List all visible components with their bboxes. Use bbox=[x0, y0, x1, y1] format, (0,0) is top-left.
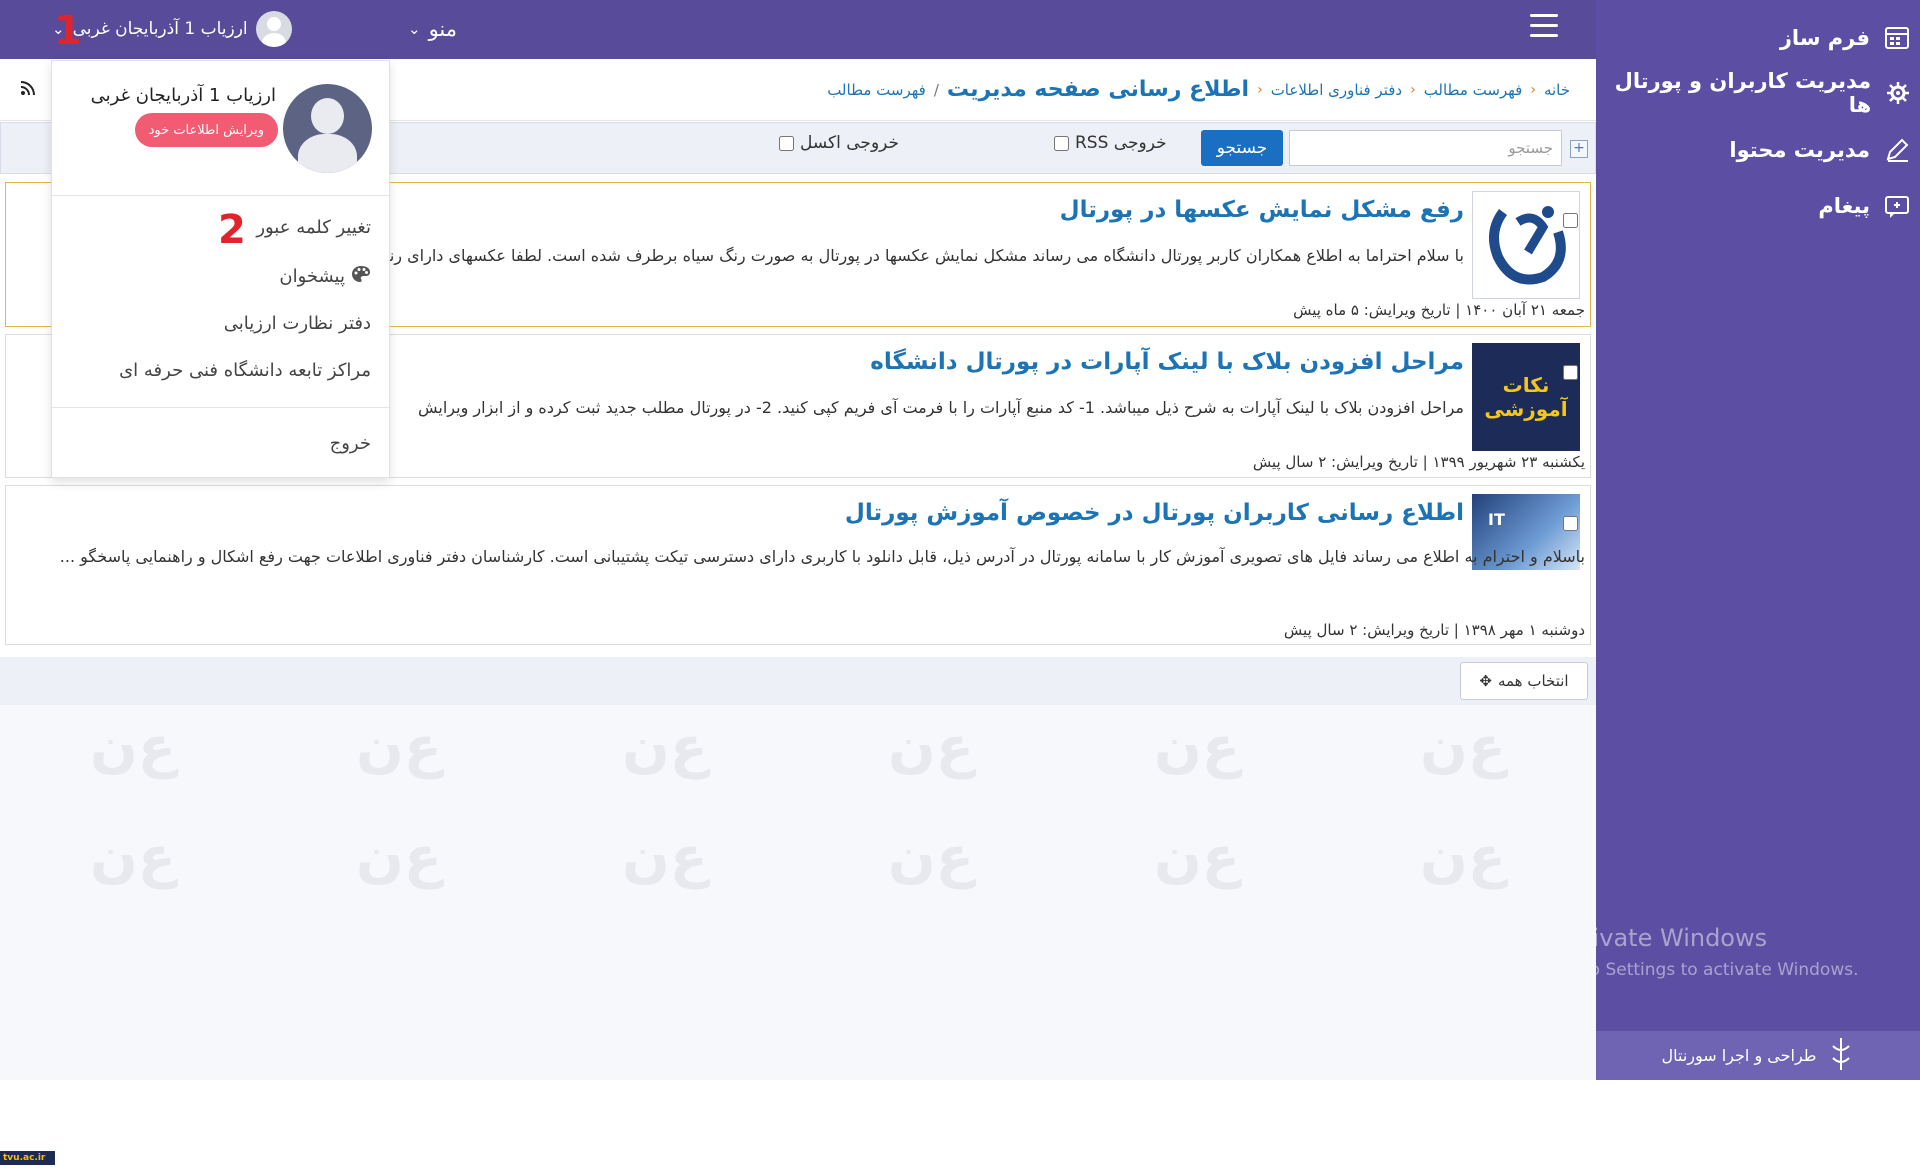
menu-item-label: پیشخوان bbox=[279, 266, 345, 287]
windows-activation-watermark: Activate Windows Go to Settings to activ… bbox=[1554, 924, 1859, 980]
user-dropdown-menu: ارزیاب 1 آذربایجان غربی ویرایش اطلاعات خ… bbox=[51, 60, 391, 478]
logout-link[interactable]: خروج bbox=[330, 433, 371, 454]
edit-profile-button[interactable]: ویرایش اطلاعات خود bbox=[134, 113, 278, 147]
top-navbar: منو ⌄ ⌄ ارزیاب 1 آذربایجان غربی bbox=[0, 0, 1596, 59]
divider bbox=[52, 407, 391, 408]
background-watermark: ﻉﻥ ﻉﻥ ﻉﻥ ﻉﻥ ﻉﻥ ﻉﻥ ﻉﻥ ﻉﻥ ﻉﻥ ﻉﻥ ﻉﻥ ﻉﻥ bbox=[0, 705, 1596, 1080]
divider bbox=[52, 195, 391, 196]
item-date: جمعه ۲۱ آبان ۱۴۰۰ | تاریخ ویرایش: ۵ ماه … bbox=[1293, 301, 1585, 319]
university-logo-icon bbox=[1489, 206, 1566, 285]
affiliated-centers-link[interactable]: مراکز تابعه دانشگاه فنی حرفه ای bbox=[119, 360, 371, 381]
change-password-link[interactable]: تغییر کلمه عبور bbox=[256, 217, 371, 238]
search-button[interactable]: جستجو bbox=[1201, 130, 1283, 166]
breadcrumb-list[interactable]: فهرست مطالب bbox=[1424, 81, 1523, 99]
move-icon: ✥ bbox=[1479, 672, 1492, 690]
sidebar-item-label: مدیریت محتوا bbox=[1729, 138, 1870, 162]
breadcrumb-list-link[interactable]: فهرست مطالب bbox=[827, 81, 926, 99]
breadcrumb-separator-icon: ‹ bbox=[1257, 81, 1263, 98]
item-select-checkbox[interactable] bbox=[1563, 365, 1578, 380]
item-title[interactable]: اطلاع رسانی کاربران پورتال در خصوص آموزش… bbox=[845, 500, 1464, 526]
menu-dropdown-toggle[interactable]: منو ⌄ bbox=[408, 14, 457, 44]
sidebar-item-label: مدیریت کاربران و پورتال ها bbox=[1614, 69, 1872, 117]
profile-name: ارزیاب 1 آذربایجان غربی bbox=[90, 85, 276, 106]
sidebar-item-form-builder[interactable]: فرم ساز bbox=[1780, 18, 1912, 58]
watermark-row: ﻉﻥ ﻉﻥ ﻉﻥ ﻉﻥ ﻉﻥ ﻉﻥ bbox=[89, 715, 1507, 780]
breadcrumb-separator-icon: ‹ bbox=[1410, 81, 1416, 98]
item-select-checkbox[interactable] bbox=[1563, 516, 1578, 531]
item-title[interactable]: مراحل افزودن بلاک با لینک آپارات در پورت… bbox=[870, 349, 1464, 375]
message-icon bbox=[1882, 191, 1912, 221]
activation-subtitle: Go to Settings to activate Windows. bbox=[1554, 960, 1859, 980]
annotation-number-1: 1 bbox=[54, 8, 82, 54]
excel-export-label: خروجی اکسل bbox=[800, 133, 900, 153]
activation-title: Activate Windows bbox=[1554, 924, 1768, 952]
item-date: دوشنبه ۱ مهر ۱۳۹۸ | تاریخ ویرایش: ۲ سال … bbox=[1283, 621, 1585, 639]
user-name-label: ارزیاب 1 آذربایجان غربی bbox=[72, 19, 248, 39]
breadcrumb-slash: / bbox=[933, 80, 939, 99]
breadcrumb: خانه ‹ فهرست مطالب ‹ دفتر فناوری اطلاعات… bbox=[827, 77, 1570, 102]
sidebar-item-label: فرم ساز bbox=[1779, 26, 1870, 50]
menu-item-label: مراکز تابعه دانشگاه فنی حرفه ای bbox=[119, 360, 371, 381]
annotation-number-2: 2 bbox=[218, 207, 246, 253]
profile-avatar-icon bbox=[283, 84, 372, 173]
item-title[interactable]: رفع مشکل نمایش عکسها در پورتال bbox=[1060, 197, 1464, 223]
search-input[interactable] bbox=[1289, 130, 1562, 166]
sidebar-item-users-portals[interactable]: مدیریت کاربران و پورتال ها bbox=[1596, 69, 1912, 117]
sidebar-item-messages[interactable]: پیغام bbox=[1818, 186, 1912, 226]
excel-export-checkbox[interactable] bbox=[779, 135, 794, 151]
sidebar-footer: طراحی و اجرا سورنتال bbox=[1596, 1031, 1920, 1080]
palette-icon bbox=[351, 265, 371, 288]
hamburger-menu-icon[interactable] bbox=[1530, 14, 1558, 38]
add-item-icon[interactable]: + bbox=[1570, 140, 1588, 158]
sidebar-item-label: پیغام bbox=[1818, 194, 1870, 218]
chevron-down-icon: ⌄ bbox=[408, 20, 421, 38]
breadcrumb-separator-icon: ‹ bbox=[1530, 81, 1536, 98]
item-date: یکشنبه ۲۳ شهریور ۱۳۹۹ | تاریخ ویرایش: ۲ … bbox=[1252, 453, 1585, 471]
list-item: IT اطلاع رسانی کاربران پورتال در خصوص آم… bbox=[5, 485, 1591, 645]
item-thumbnail[interactable]: نکات آموزشی bbox=[1472, 343, 1580, 451]
excel-export-option[interactable]: خروجی اکسل bbox=[779, 133, 899, 153]
menu-label: منو bbox=[428, 17, 458, 41]
footer-credit: طراحی و اجرا سورنتال bbox=[1661, 1046, 1817, 1065]
user-avatar-icon bbox=[255, 11, 292, 47]
menu-item-label: تغییر کلمه عبور bbox=[256, 217, 371, 238]
watermark-row: ﻉﻥ ﻉﻥ ﻉﻥ ﻉﻥ ﻉﻥ ﻉﻥ bbox=[89, 825, 1507, 890]
item-thumbnail[interactable] bbox=[1472, 191, 1580, 299]
calendar-icon bbox=[1882, 23, 1912, 53]
rss-export-label: خروجی RSS bbox=[1075, 133, 1167, 153]
item-summary: باسلام و احترام به اطلاع می رساند فایل ه… bbox=[59, 547, 1585, 566]
menu-item-label: دفتر نظارت ارزیابی bbox=[223, 313, 371, 334]
breadcrumb-home[interactable]: خانه bbox=[1544, 81, 1570, 99]
sidebar-item-content-management[interactable]: مدیریت محتوا bbox=[1729, 130, 1912, 170]
select-all-label: انتخاب همه bbox=[1497, 672, 1569, 690]
designer-logo-icon bbox=[1827, 1036, 1855, 1076]
breadcrumb-office[interactable]: دفتر فناوری اطلاعات bbox=[1271, 81, 1402, 99]
sidebar: فرم ساز مدیریت کاربران و پورتال ها مدیری… bbox=[1596, 0, 1920, 1080]
edit-icon bbox=[1882, 135, 1912, 165]
dashboard-link[interactable]: پیشخوان bbox=[279, 265, 371, 288]
users-gear-icon bbox=[1883, 78, 1912, 108]
select-all-button[interactable]: انتخاب همه ✥ bbox=[1460, 662, 1588, 700]
rss-export-checkbox[interactable] bbox=[1054, 135, 1069, 151]
site-logo: tvu.ac.ir bbox=[0, 1151, 55, 1165]
page-title: اطلاع رسانی صفحه مدیریت bbox=[946, 77, 1250, 102]
evaluation-office-link[interactable]: دفتر نظارت ارزیابی bbox=[224, 313, 371, 334]
item-select-checkbox[interactable] bbox=[1563, 213, 1578, 228]
menu-item-label: خروج bbox=[329, 433, 371, 454]
user-dropdown-toggle[interactable]: ⌄ ارزیاب 1 آذربایجان غربی bbox=[52, 10, 292, 48]
list-footer: انتخاب همه ✥ bbox=[0, 657, 1596, 705]
rss-export-option[interactable]: خروجی RSS bbox=[1054, 133, 1167, 153]
rss-icon[interactable] bbox=[20, 80, 36, 101]
